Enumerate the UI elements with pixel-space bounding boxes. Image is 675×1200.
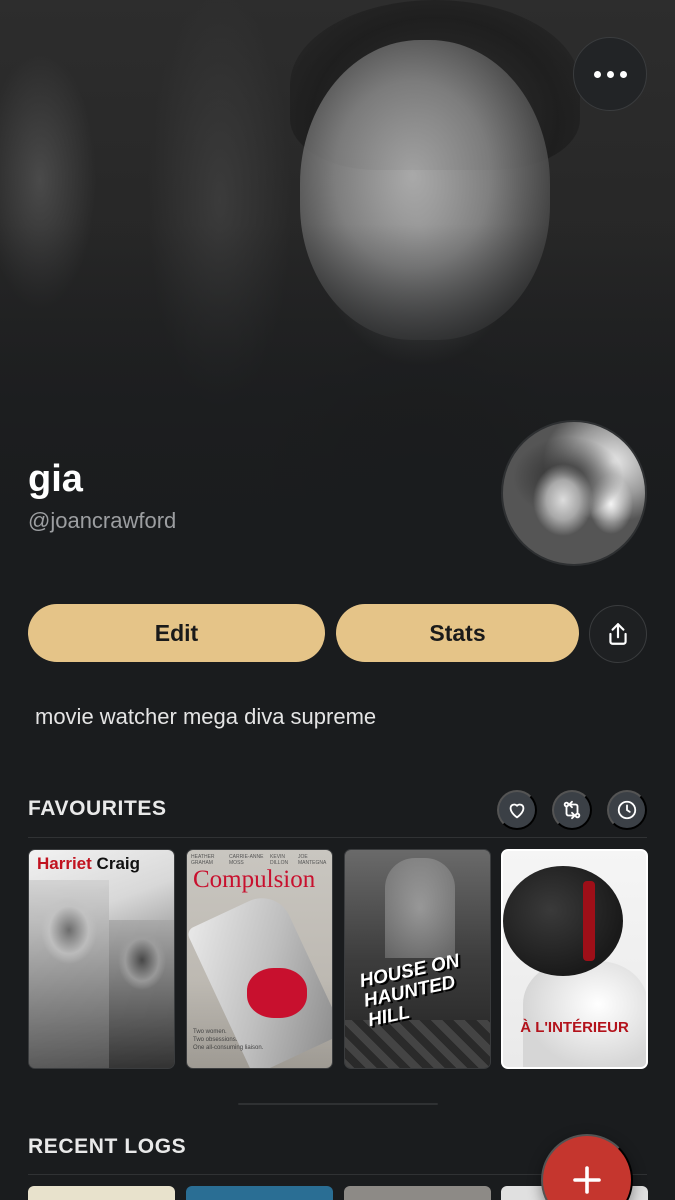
swap-icon bbox=[563, 800, 581, 820]
poster-title: HOUSE ON HAUNTED HILL bbox=[357, 950, 462, 1032]
recent-logs-title: RECENT LOGS bbox=[28, 1135, 187, 1158]
favourite-poster-1[interactable]: Harriet Craig bbox=[28, 849, 175, 1069]
clock-icon bbox=[617, 800, 637, 820]
history-button[interactable] bbox=[607, 790, 647, 830]
poster-figure bbox=[109, 920, 174, 1068]
cast-name: CARRIE-ANNE MOSS bbox=[229, 854, 264, 866]
more-dot bbox=[619, 70, 627, 78]
recent-log-poster-3[interactable] bbox=[344, 1186, 491, 1200]
poster-cast: HEATHER GRAHAM CARRIE-ANNE MOSS KEVIN DI… bbox=[191, 854, 330, 866]
add-log-button[interactable] bbox=[541, 1134, 633, 1200]
tagline-line: Two women. bbox=[193, 1029, 227, 1035]
edit-button[interactable]: Edit bbox=[28, 604, 325, 662]
more-dot bbox=[606, 70, 614, 78]
avatar[interactable] bbox=[501, 420, 647, 566]
share-button[interactable] bbox=[589, 605, 647, 663]
favourites-title: FAVOURITES bbox=[28, 797, 167, 820]
poster-art bbox=[523, 961, 646, 1067]
stats-button[interactable]: Stats bbox=[336, 604, 579, 662]
favourite-poster-4[interactable]: À L'INTÉRIEUR bbox=[501, 849, 648, 1069]
reorder-button[interactable] bbox=[552, 790, 592, 830]
profile-name: gia bbox=[28, 458, 83, 500]
poster-art bbox=[247, 968, 307, 1018]
section-separator bbox=[238, 1103, 438, 1105]
heart-icon bbox=[509, 803, 525, 819]
profile-handle: @joancrawford bbox=[28, 508, 177, 533]
tagline-line: Two obsessions. bbox=[193, 1037, 238, 1043]
poster-title: À L'INTÉRIEUR bbox=[520, 1019, 629, 1036]
poster-title: Compulsion bbox=[193, 866, 316, 893]
more-dots-icon bbox=[593, 70, 601, 78]
favourite-poster-3[interactable]: HOUSE ON HAUNTED HILL bbox=[344, 849, 491, 1069]
plus-icon bbox=[573, 1166, 601, 1194]
favourite-filter-button[interactable] bbox=[497, 790, 537, 830]
more-options-button[interactable] bbox=[573, 37, 647, 111]
poster-art bbox=[345, 1020, 490, 1068]
cast-name: JOE MANTEGNA bbox=[298, 854, 327, 866]
favourite-poster-2[interactable]: HEATHER GRAHAM CARRIE-ANNE MOSS KEVIN DI… bbox=[186, 849, 333, 1069]
profile-bio: movie watcher mega diva supreme bbox=[35, 704, 377, 729]
poster-figure bbox=[29, 880, 109, 1068]
cast-name: KEVIN DILLON bbox=[270, 854, 289, 866]
recent-log-poster-1[interactable] bbox=[28, 1186, 175, 1200]
share-icon bbox=[609, 623, 627, 645]
poster-art bbox=[583, 881, 595, 961]
poster-art bbox=[503, 866, 623, 976]
recent-log-poster-2[interactable] bbox=[186, 1186, 333, 1200]
cast-name: HEATHER GRAHAM bbox=[191, 854, 215, 866]
tagline-line: One all-consuming liaison. bbox=[193, 1045, 264, 1051]
poster-title: Harriet Craig bbox=[37, 854, 141, 873]
poster-tagline: Two women. Two obsessions. One all-consu… bbox=[193, 1028, 263, 1052]
favourites-divider bbox=[28, 837, 647, 838]
poster-art bbox=[385, 858, 455, 958]
